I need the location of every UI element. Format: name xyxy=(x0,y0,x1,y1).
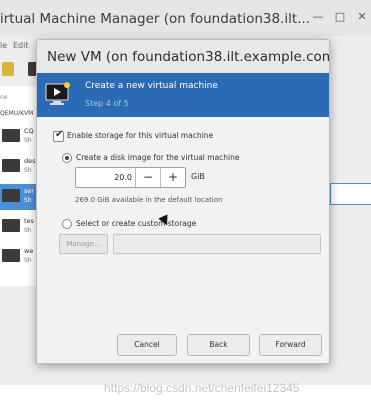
available-space-text: 269.0 GiB available in the default locat… xyxy=(75,196,223,204)
forward-button[interactable]: Forward xyxy=(259,334,322,356)
vm-name: tes xyxy=(24,217,34,225)
dialog-titlebar: New VM (on foundation38.ilt.example.com) xyxy=(37,40,329,73)
wizard-step: Step 4 of 5 xyxy=(85,99,129,108)
back-button[interactable]: Back xyxy=(187,334,250,356)
disk-size-value[interactable]: 20.0 xyxy=(76,173,132,182)
monitor-icon xyxy=(2,129,20,142)
new-vm-icon[interactable] xyxy=(2,62,14,76)
wizard-title: Create a new virtual machine xyxy=(85,81,218,91)
create-disk-radio[interactable] xyxy=(62,153,72,163)
menu-edit[interactable]: Edit xyxy=(13,41,29,50)
new-vm-dialog: New VM (on foundation38.ilt.example.com)… xyxy=(36,39,330,364)
storage-path-field[interactable] xyxy=(113,234,321,254)
vm-status: Sh xyxy=(24,197,32,204)
menu-file[interactable]: le xyxy=(0,41,7,50)
list-item[interactable]: tes Sh xyxy=(0,214,40,240)
disk-size-unit: GiB xyxy=(191,172,205,181)
storage-page: ✔ Enable storage for this virtual machin… xyxy=(37,117,329,317)
menubar: le Edit xyxy=(0,36,40,56)
custom-storage-label: Select or create custom storage xyxy=(76,219,197,228)
watermark: https://blog.csdn.net/chenfeifei12345 xyxy=(104,381,300,395)
vm-name: ser xyxy=(24,187,35,195)
vm-name: we xyxy=(24,247,34,255)
disk-size-spinbox[interactable]: 20.0 − + xyxy=(75,167,186,188)
list-item[interactable]: ser Sh xyxy=(0,184,40,210)
custom-storage-radio[interactable] xyxy=(62,219,72,229)
cancel-button[interactable]: Cancel xyxy=(117,334,177,356)
vm-status: Sh xyxy=(24,227,32,234)
vm-status: Sh xyxy=(24,167,32,174)
virt-manager-titlebar: irtual Machine Manager (on foundation38.… xyxy=(0,0,371,36)
close-icon[interactable]: ✕ xyxy=(354,9,370,25)
selected-row-highlight xyxy=(330,183,371,205)
create-disk-label: Create a disk image for the virtual mach… xyxy=(76,153,240,162)
dialog-title: New VM (on foundation38.ilt.example.com) xyxy=(47,49,330,65)
enable-storage-label: Enable storage for this virtual machine xyxy=(67,131,214,140)
monitor-icon xyxy=(2,189,20,202)
vm-name: des xyxy=(24,157,36,165)
wizard-header: Create a new virtual machine Step 4 of 5 xyxy=(37,73,329,117)
vm-list: ne QEMU/KVM CQ Sh des Sh ser Sh tes Sh w… xyxy=(0,86,40,286)
list-item[interactable]: CQ Sh xyxy=(0,124,40,150)
virt-manager-title: irtual Machine Manager (on foundation38.… xyxy=(0,11,311,27)
vm-name: CQ xyxy=(24,127,34,135)
monitor-icon xyxy=(2,219,20,232)
monitor-icon xyxy=(2,159,20,172)
increase-size-button[interactable]: + xyxy=(160,168,185,187)
list-item[interactable]: we Sh xyxy=(0,244,40,270)
decrease-size-button[interactable]: − xyxy=(135,168,160,187)
list-item[interactable]: des Sh xyxy=(0,154,40,180)
vm-status: Sh xyxy=(24,257,32,264)
minimize-icon[interactable]: — xyxy=(310,9,326,25)
new-vm-monitor-icon xyxy=(45,82,70,105)
enable-storage-checkbox[interactable]: ✔ xyxy=(53,129,64,142)
check-icon: ✔ xyxy=(55,129,64,140)
monitor-icon xyxy=(2,249,20,262)
maximize-icon[interactable]: □ xyxy=(332,9,348,25)
toolbar xyxy=(0,56,40,86)
connection-label: QEMU/KVM xyxy=(0,110,34,117)
manage-button[interactable]: Manage... xyxy=(59,234,108,254)
list-column-name: ne xyxy=(0,94,8,101)
vm-status: Sh xyxy=(24,137,32,144)
radio-selected-dot xyxy=(65,156,69,160)
